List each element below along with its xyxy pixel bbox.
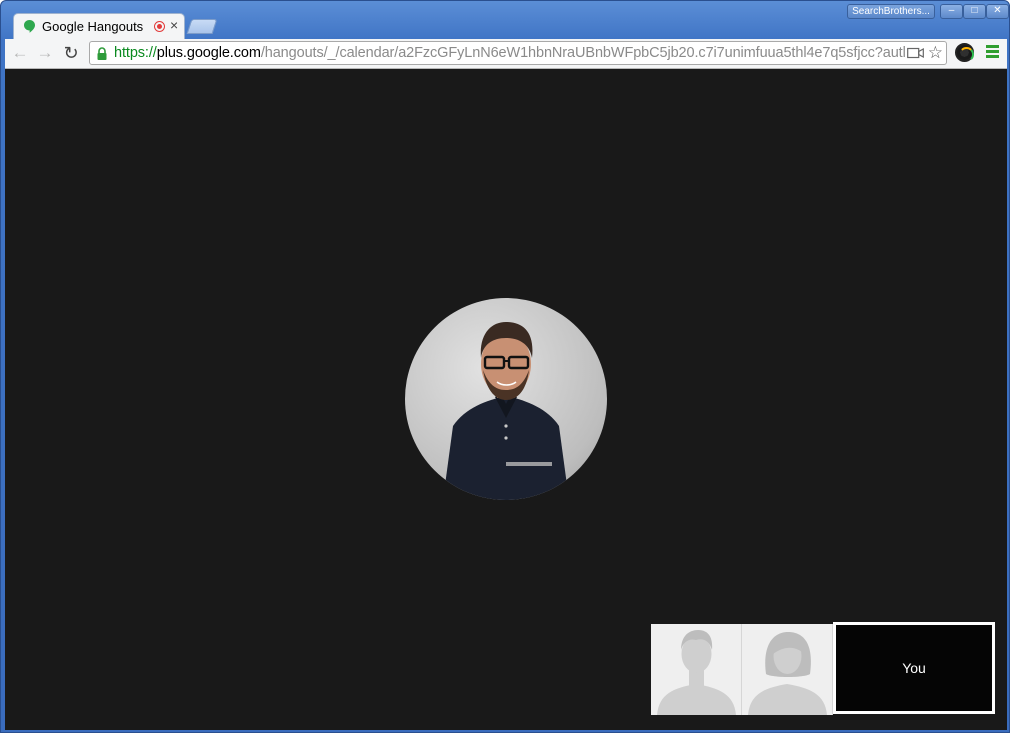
browser-toolbar: ← → ↻ https://plus.google.com/hangouts/_… [5,39,1007,69]
participant-thumbnail[interactable] [651,624,742,715]
presenter-portrait-icon [443,322,569,500]
tab-title: Google Hangouts [42,19,144,34]
main-participant-avatar [405,298,607,500]
url-scheme: https:// [114,45,157,61]
participant-thumbnail[interactable] [742,624,833,715]
forward-arrow-icon[interactable]: → [35,43,55,63]
male-avatar-placeholder-icon [657,630,736,715]
camera-in-use-icon[interactable] [907,47,924,59]
self-view-tile[interactable]: You [833,622,995,714]
hangouts-favicon-icon [24,20,35,33]
extension-icon[interactable] [955,43,974,62]
back-arrow-icon[interactable]: ← [10,43,30,63]
reload-icon[interactable]: ↻ [61,43,81,63]
url-text: https://plus.google.com/hangouts/_/calen… [114,45,906,61]
tab-google-hangouts[interactable]: Google Hangouts × [13,13,185,39]
tab-close-icon[interactable]: × [170,17,178,33]
hangout-video-stage: You [5,69,1007,730]
browser-window: Google Hangouts × SearchBrothers... – □ … [0,0,1010,733]
url-host: plus.google.com [156,45,261,61]
new-tab-button[interactable] [186,19,218,34]
close-window-button[interactable]: ✕ [986,4,1009,19]
chrome-menu-icon[interactable] [986,45,999,58]
recording-indicator-icon [154,21,165,32]
self-view-label: You [902,660,926,676]
female-avatar-placeholder-icon [748,632,827,715]
bookmark-star-icon[interactable]: ☆ [928,43,943,63]
participant-filmstrip: You [651,622,995,716]
secure-lock-icon [97,46,107,60]
maximize-button[interactable]: □ [963,4,986,19]
profile-button[interactable]: SearchBrothers... [847,4,935,19]
minimize-button[interactable]: – [940,4,963,19]
address-bar[interactable]: https://plus.google.com/hangouts/_/calen… [89,41,947,65]
url-path: /hangouts/_/calendar/a2FzcGFyLnN6eW1hbnN… [260,45,906,61]
